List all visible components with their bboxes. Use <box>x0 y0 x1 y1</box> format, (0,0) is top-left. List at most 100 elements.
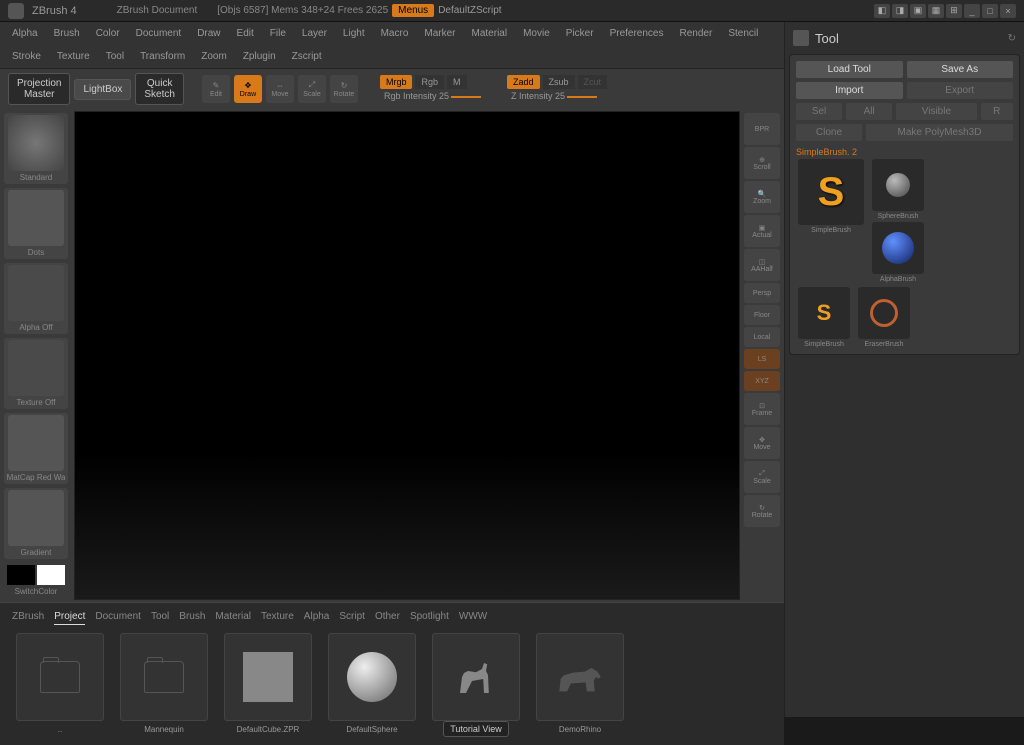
tool-thumb-simple2[interactable]: SSimpleBrush <box>796 287 852 348</box>
tool-thumb-sphere[interactable]: SphereBrush <box>870 159 926 220</box>
tool-thumb-alpha[interactable]: AlphaBrush <box>870 222 926 283</box>
projection-master-button[interactable]: Projection Master <box>8 73 70 105</box>
import-button[interactable]: Import <box>796 82 903 99</box>
export-button[interactable]: Export <box>907 82 1014 99</box>
lb-item-defaultcube[interactable]: DefaultCube.ZPR <box>220 633 316 737</box>
menu-zoom[interactable]: Zoom <box>197 49 231 64</box>
menu-stroke[interactable]: Stroke <box>8 49 45 64</box>
aahalf-button[interactable]: ◫AAHalf <box>744 249 780 281</box>
rgb-toggle[interactable]: Rgb <box>415 75 444 89</box>
rgb-intensity-slider[interactable]: Rgb Intensity 25 <box>380 89 485 103</box>
menu-movie[interactable]: Movie <box>519 26 554 41</box>
menu-render[interactable]: Render <box>676 26 717 41</box>
load-tool-button[interactable]: Load Tool <box>796 61 903 78</box>
texture-selector[interactable]: Texture Off <box>4 338 68 409</box>
menu-light[interactable]: Light <box>339 26 369 41</box>
zcut-toggle[interactable]: Zcut <box>578 75 608 89</box>
scale-mode-button[interactable]: ⤢Scale <box>298 75 326 103</box>
lb-tab-project[interactable]: Project <box>54 611 85 625</box>
menu-material[interactable]: Material <box>468 26 512 41</box>
menu-brush[interactable]: Brush <box>50 26 84 41</box>
win-btn-5[interactable]: ⊞ <box>946 4 962 18</box>
menu-file[interactable]: File <box>266 26 290 41</box>
xyz-button[interactable]: XYZ <box>744 371 780 391</box>
brush-selector[interactable]: Standard <box>4 113 68 184</box>
menu-marker[interactable]: Marker <box>420 26 459 41</box>
close-button[interactable]: × <box>1000 4 1016 18</box>
ls-button[interactable]: LS <box>744 349 780 369</box>
menu-transform[interactable]: Transform <box>136 49 189 64</box>
minimize-button[interactable]: _ <box>964 4 980 18</box>
lb-tab-alpha[interactable]: Alpha <box>304 611 330 625</box>
quick-sketch-button[interactable]: Quick Sketch <box>135 73 184 105</box>
move-nav-button[interactable]: ✥Move <box>744 427 780 459</box>
rotate-mode-button[interactable]: ↻Rotate <box>330 75 358 103</box>
color-picker[interactable]: Gradient <box>4 488 68 559</box>
win-btn-2[interactable]: ◨ <box>892 4 908 18</box>
make-polymesh-button[interactable]: Make PolyMesh3D <box>866 124 1013 141</box>
lb-tab-script[interactable]: Script <box>339 611 365 625</box>
win-btn-3[interactable]: ▣ <box>910 4 926 18</box>
local-button[interactable]: Local <box>744 327 780 347</box>
r-button[interactable]: R <box>981 103 1013 120</box>
maximize-button[interactable]: □ <box>982 4 998 18</box>
z-intensity-slider[interactable]: Z Intensity 25 <box>507 89 607 103</box>
material-selector[interactable]: MatCap Red Wa <box>4 413 68 484</box>
lb-item-dog[interactable]: Tutorial View <box>428 633 524 737</box>
stroke-selector[interactable]: Dots <box>4 188 68 259</box>
menu-edit[interactable]: Edit <box>233 26 258 41</box>
win-btn-4[interactable]: ▦ <box>928 4 944 18</box>
lightbox-button[interactable]: LightBox <box>74 79 131 100</box>
mrgb-toggle[interactable]: Mrgb <box>380 75 413 89</box>
save-as-button[interactable]: Save As <box>907 61 1014 78</box>
menu-color[interactable]: Color <box>92 26 124 41</box>
lb-item-up[interactable]: .. <box>12 633 108 737</box>
bpr-button[interactable]: BPR <box>744 113 780 145</box>
sel-button[interactable]: Sel <box>796 103 842 120</box>
lb-tab-document[interactable]: Document <box>95 611 141 625</box>
m-toggle[interactable]: M <box>447 75 467 89</box>
zsub-toggle[interactable]: Zsub <box>543 75 575 89</box>
frame-button[interactable]: ⊡Frame <box>744 393 780 425</box>
menu-draw[interactable]: Draw <box>193 26 224 41</box>
menu-picker[interactable]: Picker <box>562 26 598 41</box>
lb-tab-brush[interactable]: Brush <box>179 611 205 625</box>
lb-item-mannequin[interactable]: Mannequin <box>116 633 212 737</box>
actual-button[interactable]: ▣Actual <box>744 215 780 247</box>
refresh-icon[interactable]: ↻ <box>1008 33 1016 44</box>
menu-stencil[interactable]: Stencil <box>724 26 762 41</box>
draw-mode-button[interactable]: ✥Draw <box>234 75 262 103</box>
switch-color[interactable]: SwitchColor <box>4 563 68 598</box>
menu-tool[interactable]: Tool <box>102 49 128 64</box>
lb-item-demorhino[interactable]: DemoRhino <box>532 633 628 737</box>
document-canvas[interactable] <box>74 111 740 600</box>
edit-mode-button[interactable]: ✎Edit <box>202 75 230 103</box>
lb-item-defaultsphere[interactable]: DefaultSphere <box>324 633 420 737</box>
clone-button[interactable]: Clone <box>796 124 862 141</box>
scroll-button[interactable]: ⊕Scroll <box>744 147 780 179</box>
rotate-nav-button[interactable]: ↻Rotate <box>744 495 780 527</box>
menu-macro[interactable]: Macro <box>377 26 413 41</box>
visible-button[interactable]: Visible <box>896 103 976 120</box>
lb-tab-www[interactable]: WWW <box>459 611 487 625</box>
persp-button[interactable]: Persp <box>744 283 780 303</box>
lb-tab-other[interactable]: Other <box>375 611 400 625</box>
alpha-selector[interactable]: Alpha Off <box>4 263 68 334</box>
menu-layer[interactable]: Layer <box>298 26 331 41</box>
zadd-toggle[interactable]: Zadd <box>507 75 540 89</box>
menu-preferences[interactable]: Preferences <box>606 26 668 41</box>
lb-tab-texture[interactable]: Texture <box>261 611 294 625</box>
lb-tab-zbrush[interactable]: ZBrush <box>12 611 44 625</box>
menu-zplugin[interactable]: Zplugin <box>239 49 280 64</box>
menu-alpha[interactable]: Alpha <box>8 26 42 41</box>
all-button[interactable]: All <box>846 103 892 120</box>
lb-tab-tool[interactable]: Tool <box>151 611 169 625</box>
tool-thumb-eraser[interactable]: EraserBrush <box>856 287 912 348</box>
menu-texture[interactable]: Texture <box>53 49 94 64</box>
lb-tab-material[interactable]: Material <box>215 611 251 625</box>
menu-zscript[interactable]: Zscript <box>288 49 326 64</box>
menus-badge[interactable]: Menus <box>392 4 434 17</box>
floor-button[interactable]: Floor <box>744 305 780 325</box>
scale-nav-button[interactable]: ⤢Scale <box>744 461 780 493</box>
menu-document[interactable]: Document <box>132 26 186 41</box>
